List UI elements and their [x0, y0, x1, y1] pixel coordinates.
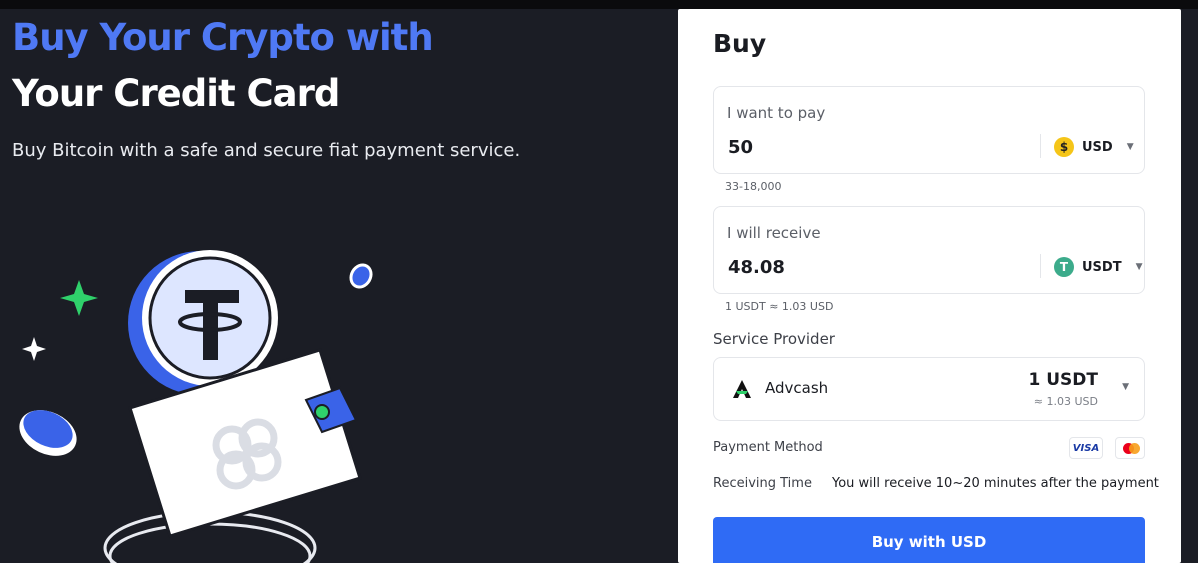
receiving-time-label: Receiving Time [713, 476, 812, 491]
caret-down-icon: ▼ [1135, 262, 1143, 272]
receive-field[interactable]: I will receive 48.08 T USDT ▼ [713, 206, 1145, 294]
service-provider-select[interactable]: Advcash 1 USDT ≈ 1.03 USD ▼ [713, 357, 1145, 421]
pay-currency-select[interactable]: $ USD ▼ [1054, 135, 1134, 159]
sparkle-white-icon [22, 337, 46, 361]
payment-method-label: Payment Method [713, 440, 823, 455]
pay-label: I want to pay [727, 104, 826, 122]
top-bar [0, 0, 1198, 9]
provider-name: Advcash [765, 379, 829, 397]
receive-rate-hint: 1 USDT ≈ 1.03 USD [725, 300, 834, 313]
buy-card: Buy I want to pay 50 $ USD ▼ 33-18,000 I… [678, 9, 1181, 563]
visa-icon: VISA [1069, 437, 1103, 459]
hero-title-line1: Buy Your Crypto with [12, 16, 434, 59]
field-divider [1040, 134, 1041, 158]
caret-down-icon: ▼ [1126, 142, 1134, 152]
advcash-logo-icon [733, 380, 751, 398]
hero-subtitle: Buy Bitcoin with a safe and secure fiat … [12, 140, 521, 161]
card-title: Buy [713, 29, 767, 58]
pay-amount-input[interactable]: 50 [728, 137, 753, 158]
usdt-coin-icon: T [1054, 257, 1074, 277]
receiving-time-value: You will receive 10~20 minutes after the… [832, 476, 1159, 491]
pay-field[interactable]: I want to pay 50 $ USD ▼ [713, 86, 1145, 174]
buy-button[interactable]: Buy with USD [713, 517, 1145, 563]
receive-amount-input[interactable]: 48.08 [728, 257, 785, 278]
hero-section: Buy Your Crypto with Your Credit Card Bu… [12, 16, 652, 161]
hero-title-line2: Your Credit Card [12, 72, 340, 115]
pay-currency-label: USD [1082, 139, 1113, 155]
provider-amount: 1 USDT [1028, 370, 1098, 390]
small-coin-icon [349, 263, 373, 289]
receive-label: I will receive [727, 224, 821, 242]
provider-approx: ≈ 1.03 USD [1033, 395, 1098, 408]
pay-range-hint: 33-18,000 [725, 180, 782, 193]
service-provider-label: Service Provider [713, 330, 835, 348]
receive-currency-select[interactable]: T USDT ▼ [1054, 255, 1143, 279]
left-coin-icon [19, 410, 77, 456]
receive-currency-label: USDT [1082, 259, 1122, 275]
sparkle-green-icon [60, 280, 98, 316]
field-divider [1040, 254, 1041, 278]
mastercard-icon [1115, 437, 1145, 459]
usd-coin-icon: $ [1054, 137, 1074, 157]
wallet-illustration [19, 250, 373, 563]
caret-down-icon: ▼ [1122, 382, 1129, 392]
